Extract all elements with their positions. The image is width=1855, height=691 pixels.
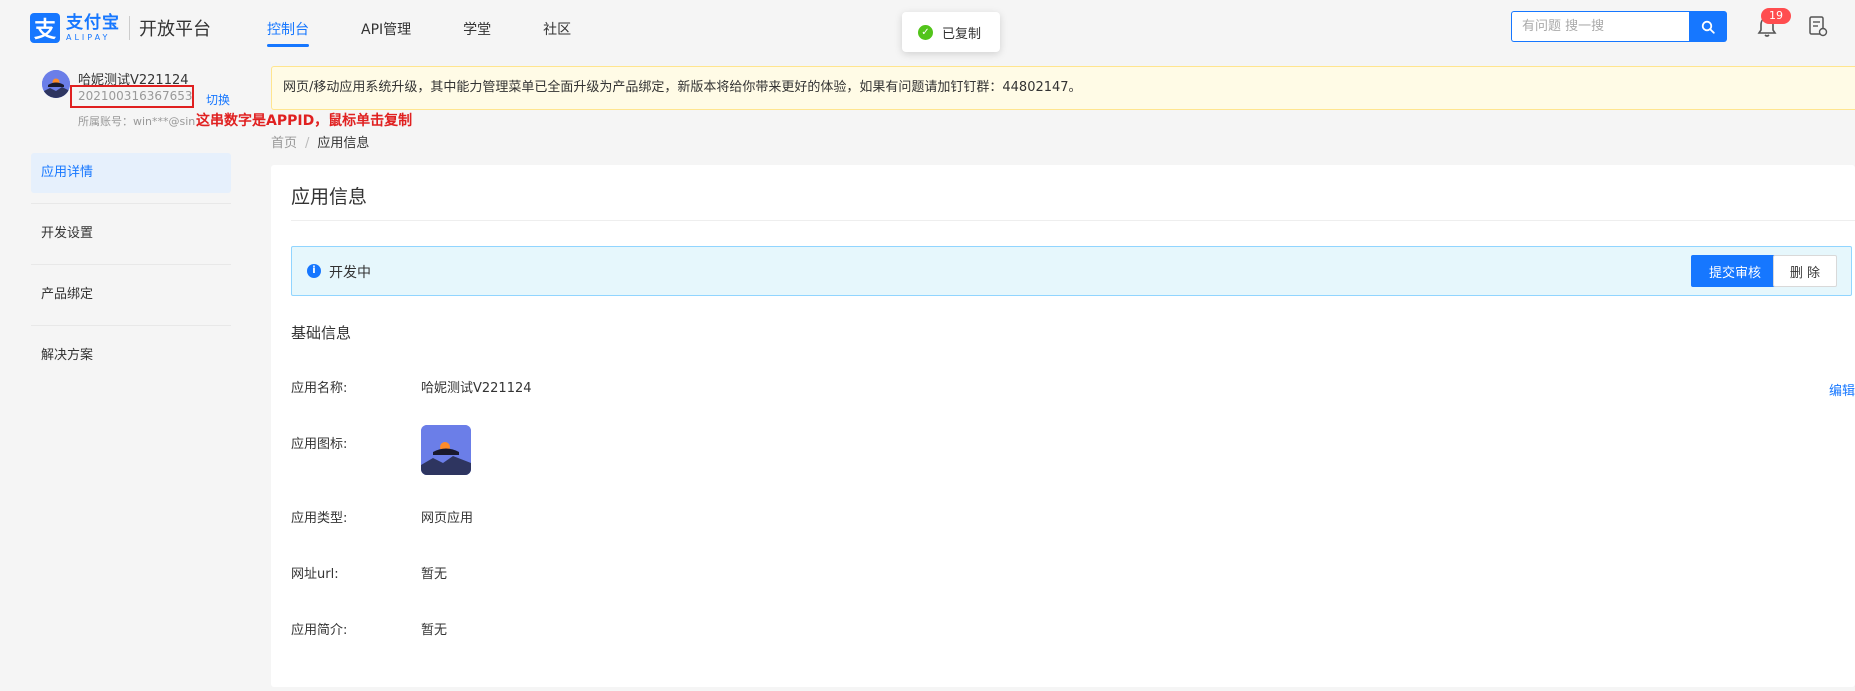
app-icon-image xyxy=(421,425,471,475)
logo-brand-name: 支付宝 xyxy=(66,12,120,33)
platform-name: 开放平台 xyxy=(139,19,211,40)
app-icon-label: 应用图标: xyxy=(291,437,348,452)
upgrade-notice: 网页/移动应用系统升级，其中能力管理菜单已全面升级为产品绑定，新版本将给你带来更… xyxy=(271,66,1855,110)
nav-community[interactable]: 社区 xyxy=(543,0,571,54)
account-info: 所属账号：win***@sin xyxy=(78,115,196,128)
basic-info-heading: 基础信息 xyxy=(291,324,352,342)
toast-text: 已复制 xyxy=(942,26,982,42)
logo-divider xyxy=(129,16,130,40)
breadcrumb: 首页 / 应用信息 xyxy=(271,132,369,151)
submit-review-button[interactable]: 提交审核 xyxy=(1691,255,1779,287)
app-name-label: 应用名称: xyxy=(291,381,348,396)
logo-brand-en: ALIPAY xyxy=(66,32,111,42)
search-icon xyxy=(1701,20,1715,34)
app-avatar xyxy=(42,70,70,98)
app-avatar-image xyxy=(42,70,70,98)
title-divider xyxy=(291,220,1855,221)
appid-copy[interactable]: 2021003163676532 xyxy=(70,85,194,108)
breadcrumb-home[interactable]: 首页 xyxy=(271,136,297,151)
breadcrumb-current: 应用信息 xyxy=(317,136,370,151)
sidebar: 哈妮测试V221124 2021003163676532 切换 所属账号：win… xyxy=(0,54,412,691)
search-button[interactable] xyxy=(1689,11,1727,42)
edit-button[interactable]: 编辑 xyxy=(1829,380,1855,399)
appid-annotation: 这串数字是APPID，鼠标单击复制 xyxy=(196,113,413,129)
delete-button[interactable]: 删 除 xyxy=(1773,255,1837,287)
sidebar-item-product-binding[interactable]: 产品绑定 xyxy=(31,275,231,326)
app-intro-label: 应用简介: xyxy=(291,623,348,638)
status-badge: 开发中 xyxy=(329,265,371,281)
copied-toast: ✓ 已复制 xyxy=(902,12,1000,52)
sidebar-item-dev-settings[interactable]: 开发设置 xyxy=(31,214,231,265)
sidebar-menu: 应用详情 开发设置 产品绑定 解决方案 xyxy=(31,153,231,397)
page-title: 应用信息 xyxy=(291,186,368,208)
app-type-label: 应用类型: xyxy=(291,511,348,526)
sidebar-item-app-details[interactable]: 应用详情 xyxy=(31,153,231,204)
app-url-label: 网址url: xyxy=(291,567,339,582)
app-name-value: 哈妮测试V221124 xyxy=(421,381,532,396)
alipay-logo-icon: 支 xyxy=(30,13,60,43)
search-input[interactable] xyxy=(1511,11,1689,42)
notification-badge: 19 xyxy=(1761,8,1791,24)
app-icon-picture xyxy=(421,425,471,475)
status-bar: i 开发中 提交审核 删 除 xyxy=(291,246,1852,296)
nav-academy[interactable]: 学堂 xyxy=(463,0,491,54)
main-nav: 控制台 API管理 学堂 社区 xyxy=(267,0,623,54)
nav-api-management[interactable]: API管理 xyxy=(361,0,411,54)
app-intro-value: 暂无 xyxy=(421,623,448,638)
app-info-card: 应用信息 i 开发中 提交审核 删 除 基础信息 应用名称: 哈妮测试V2211… xyxy=(271,165,1855,687)
info-icon: i xyxy=(307,264,321,278)
app-url-value: 暂无 xyxy=(421,567,448,582)
sidebar-item-solutions[interactable]: 解决方案 xyxy=(31,336,231,376)
nav-console[interactable]: 控制台 xyxy=(267,0,309,54)
app-type-value: 网页应用 xyxy=(421,511,474,526)
search-box xyxy=(1511,11,1727,42)
switch-app-link[interactable]: 切换 xyxy=(206,91,230,108)
document-settings-icon[interactable] xyxy=(1808,15,1828,37)
alipay-logo[interactable]: 支 支付宝 ALIPAY 开放平台 xyxy=(30,13,211,43)
breadcrumb-separator: / xyxy=(305,136,310,151)
check-circle-icon: ✓ xyxy=(918,24,933,40)
